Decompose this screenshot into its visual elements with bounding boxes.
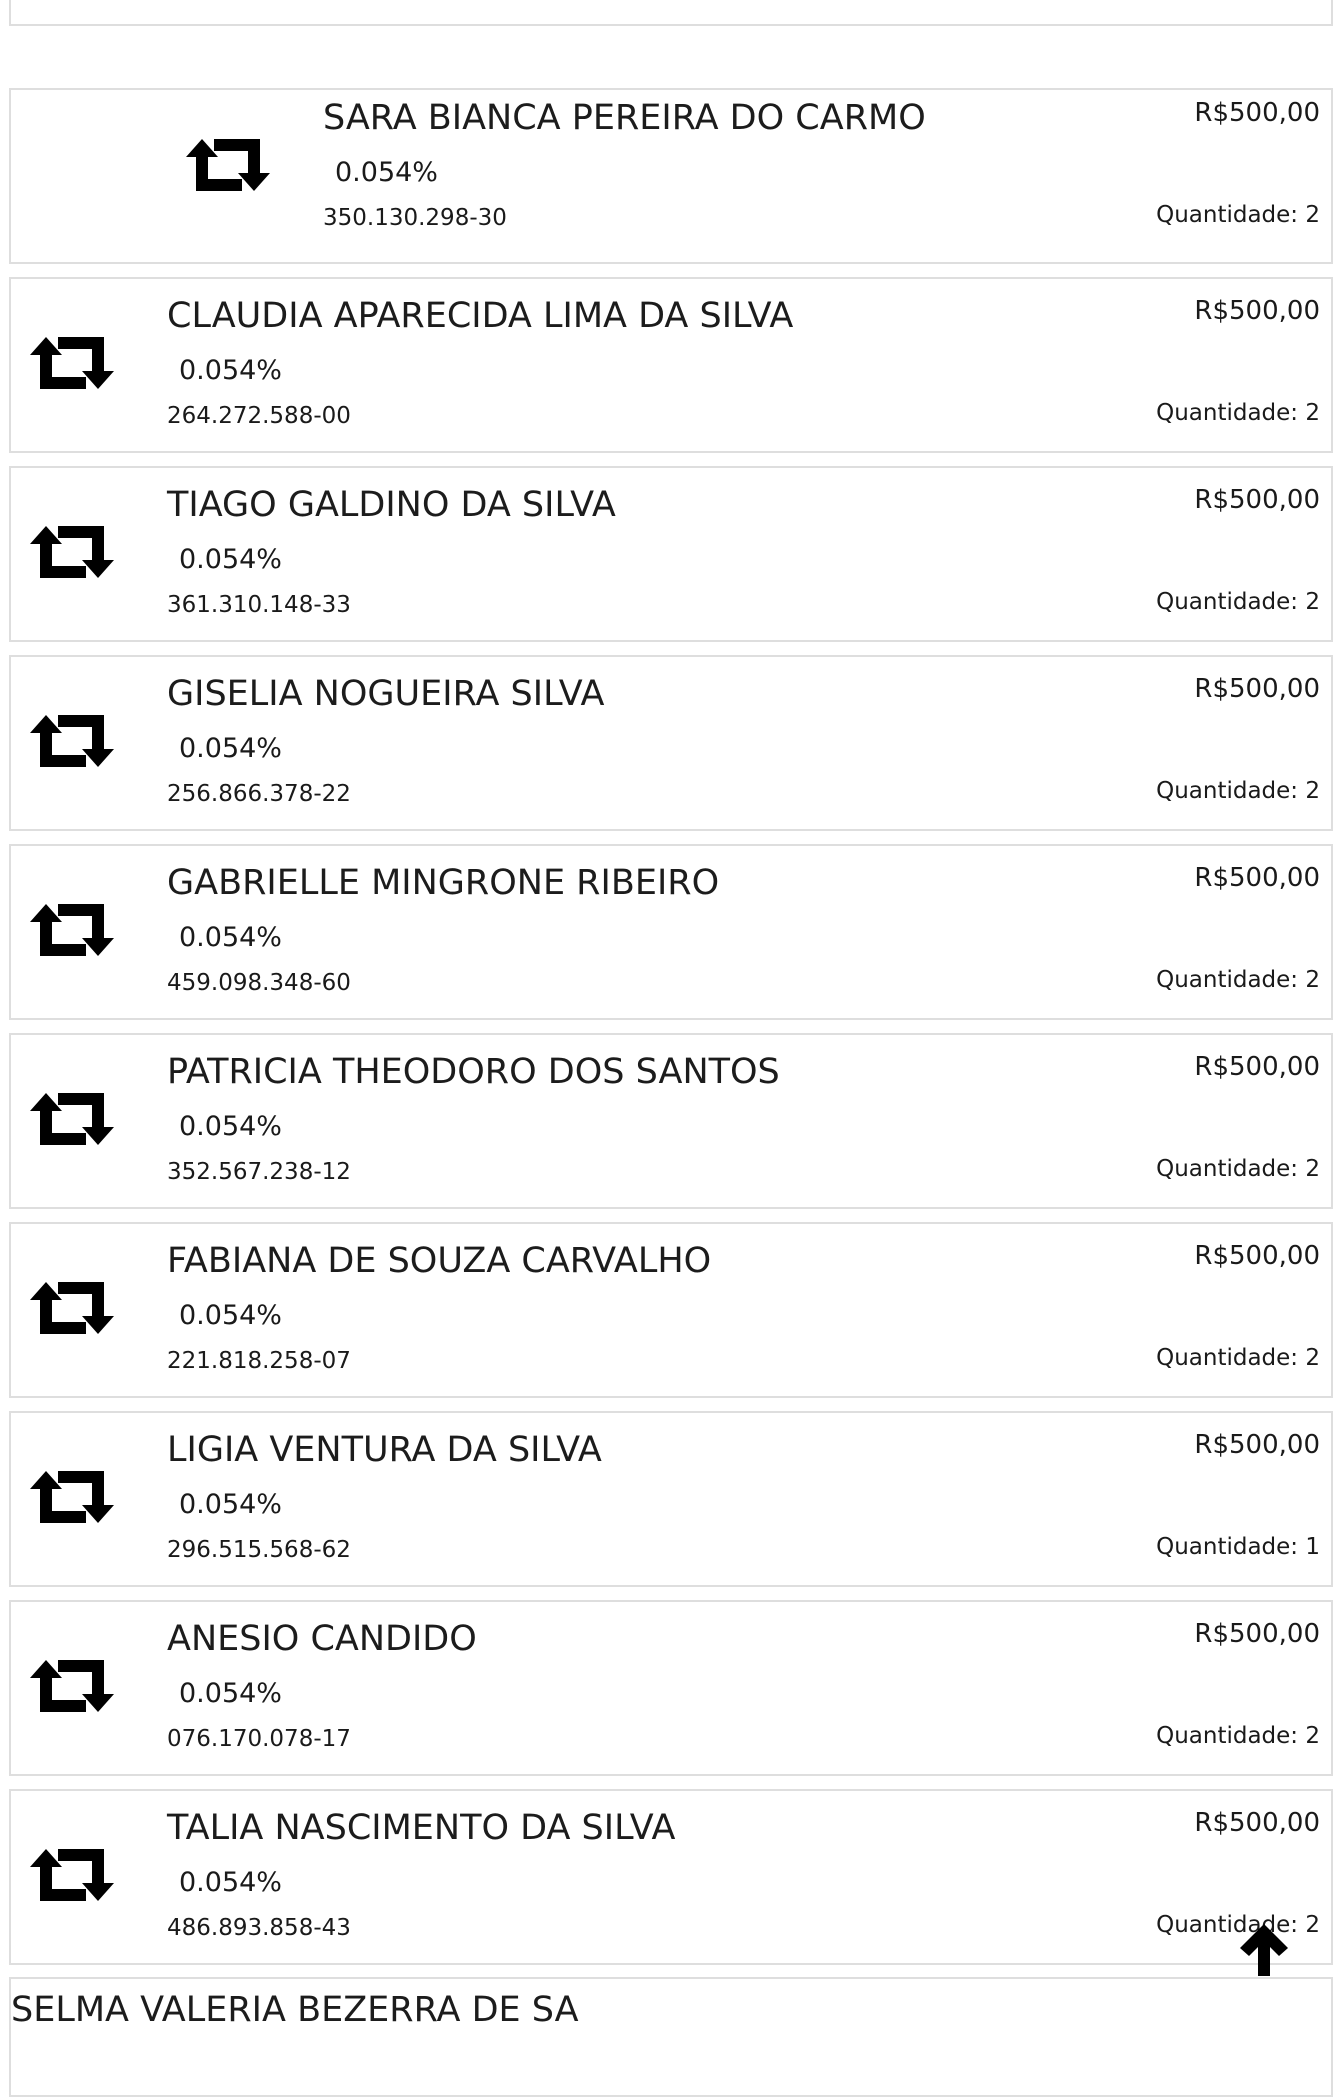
list-item[interactable]: PATRICIA THEODORO DOS SANTOS 0.054% 352.56… <box>9 1033 1333 1209</box>
entry-quantity: Quantidade: 2 <box>1156 967 1320 993</box>
entry-document-number: 296.515.568-62 <box>167 1537 351 1563</box>
entry-percent: 0.054% <box>179 544 282 575</box>
list-item[interactable]: ANESIO CANDIDO 0.054% 076.170.078-17 R$500,… <box>9 1600 1333 1776</box>
entry-price: R$500,00 <box>1194 1808 1320 1838</box>
entry-name: GABRIELLE MINGRONE RIBEIRO <box>167 863 720 903</box>
retweet-icon[interactable] <box>28 902 116 958</box>
retweet-icon[interactable] <box>28 1469 116 1525</box>
retweet-icon[interactable] <box>28 1280 116 1336</box>
retweet-icon[interactable] <box>28 524 116 580</box>
entry-name: ANESIO CANDIDO <box>167 1619 477 1659</box>
entry-document-number: 352.567.238-12 <box>167 1159 351 1185</box>
entry-price: R$500,00 <box>1194 1052 1320 1082</box>
entry-percent: 0.054% <box>179 733 282 764</box>
retweet-icon[interactable] <box>28 1091 116 1147</box>
entry-document-number: 350.130.298-30 <box>323 205 507 231</box>
retweet-icon[interactable] <box>28 1658 116 1714</box>
entry-price: R$500,00 <box>1194 1241 1320 1271</box>
retweet-icon[interactable] <box>28 1847 116 1903</box>
entry-document-number: 256.866.378-22 <box>167 781 351 807</box>
entry-quantity: Quantidade: 2 <box>1156 1156 1320 1182</box>
list-item[interactable]: TALIA NASCIMENTO DA SILVA 0.054% 486.893.8… <box>9 1789 1333 1965</box>
entry-name: LIGIA VENTURA DA SILVA <box>167 1430 602 1470</box>
entry-quantity: Quantidade: 2 <box>1156 202 1320 228</box>
entry-price: R$500,00 <box>1194 296 1320 326</box>
entries-list: 0.054% 339.897.738-36 R$500,00 Quantidade: … <box>0 0 1343 2055</box>
entry-percent: 0.054% <box>179 1867 282 1898</box>
list-item[interactable]: GISELIA NOGUEIRA SILVA 0.054% 256.866.378-… <box>9 655 1333 831</box>
entry-percent: 0.054% <box>335 157 438 188</box>
entry-document-number: 221.818.258-07 <box>167 1348 351 1374</box>
list-item[interactable]: GABRIELLE MINGRONE RIBEIRO 0.054% 459.098.… <box>9 844 1333 1020</box>
list-item[interactable]: TIAGO GALDINO DA SILVA 0.054% 361.310.148-… <box>9 466 1333 642</box>
retweet-icon[interactable] <box>28 713 116 769</box>
entry-document-number: 486.893.858-43 <box>167 1915 351 1941</box>
entry-name: GISELIA NOGUEIRA SILVA <box>167 674 605 714</box>
entry-name: TIAGO GALDINO DA SILVA <box>167 485 616 525</box>
entry-price: R$500,00 <box>1194 1430 1320 1460</box>
scroll-to-top-button[interactable] <box>1238 1922 1290 1978</box>
entry-name: CLAUDIA APARECIDA LIMA DA SILVA <box>167 296 794 336</box>
entry-document-number: 339.897.738-36 <box>167 0 351 3</box>
entry-name: PATRICIA THEODORO DOS SANTOS <box>167 1052 780 1092</box>
entry-name: SARA BIANCA PEREIRA DO CARMO <box>323 98 926 138</box>
entry-quantity: Quantidade: 2 <box>1156 400 1320 426</box>
entry-quantity: Quantidade: 1 <box>1156 1534 1320 1560</box>
entry-document-number: 264.272.588-00 <box>167 403 351 429</box>
entry-name: TALIA NASCIMENTO DA SILVA <box>167 1808 676 1848</box>
entry-document-number: 076.170.078-17 <box>167 1726 351 1752</box>
list-item[interactable]: 0.054%339.897.738-36R$500,00Quantidade: … <box>9 0 1333 26</box>
list-item[interactable]: FABIANA DE SOUZA CARVALHO 0.054% 221.818.2… <box>9 1222 1333 1398</box>
entry-price: R$500,00 <box>1194 674 1320 704</box>
entry-quantity: Quantidade: 2 <box>1156 1723 1320 1749</box>
entry-percent: 0.054% <box>179 1111 282 1142</box>
entry-document-number: 361.310.148-33 <box>167 592 351 618</box>
list-item[interactable]: SELMA VALERIA BEZERRA DE SA <box>9 1977 1333 2097</box>
entry-percent: 0.054% <box>179 1300 282 1331</box>
entry-document-number: 459.098.348-60 <box>167 970 351 996</box>
arrow-up-icon <box>1240 1924 1288 1976</box>
entry-percent: 0.054% <box>179 1678 282 1709</box>
entry-percent: 0.054% <box>179 355 282 386</box>
entry-price: R$500,00 <box>1194 1619 1320 1649</box>
entry-name: FABIANA DE SOUZA CARVALHO <box>167 1241 712 1281</box>
retweet-icon[interactable] <box>28 335 116 391</box>
entry-quantity: Quantidade: 2 <box>1156 1345 1320 1371</box>
entry-percent: 0.054% <box>179 922 282 953</box>
list-item[interactable]: SARA BIANCA PEREIRA DO CARMO 0.054% 350.13… <box>9 88 1333 264</box>
entry-price: R$500,00 <box>1194 863 1320 893</box>
entry-name: SELMA VALERIA BEZERRA DE SA <box>11 1990 579 2030</box>
list-item[interactable]: CLAUDIA APARECIDA LIMA DA SILVA 0.054% 264… <box>9 277 1333 453</box>
entry-percent: 0.054% <box>179 1489 282 1520</box>
entry-price: R$500,00 <box>1194 485 1320 515</box>
entry-price: R$500,00 <box>1194 98 1320 128</box>
entry-quantity: Quantidade: 2 <box>1156 778 1320 804</box>
retweet-icon[interactable] <box>184 137 272 193</box>
entry-quantity: Quantidade: 2 <box>1156 589 1320 615</box>
list-item[interactable]: LIGIA VENTURA DA SILVA 0.054% 296.515.568-… <box>9 1411 1333 1587</box>
